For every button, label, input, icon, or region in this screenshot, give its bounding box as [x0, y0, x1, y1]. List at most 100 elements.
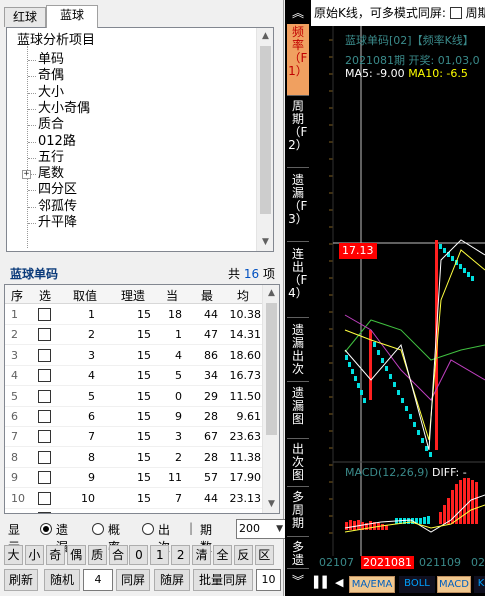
indicator-bar: ▌▌ ◀ MA/EMA BOLL MACD K	[311, 573, 485, 596]
boll-button[interactable]: BOLL	[399, 576, 435, 593]
header-max[interactable]: 最	[195, 287, 219, 304]
quick-button[interactable]: 小	[24, 545, 44, 565]
random-count-input[interactable]: 4	[83, 569, 113, 591]
quick-button[interactable]: 大	[4, 545, 23, 565]
candle-down	[467, 272, 470, 277]
expand-plus-icon[interactable]: +	[22, 170, 31, 180]
k-button[interactable]: K	[474, 576, 485, 593]
tree-item[interactable]: 012路	[28, 134, 76, 150]
period-select[interactable]: 200 ▼	[236, 519, 286, 539]
tree-item[interactable]: 尾数	[27, 166, 64, 182]
tree-item[interactable]: 邻孤传	[27, 199, 77, 215]
table-row[interactable]: 2 2 15 1 47 14.31	[5, 325, 263, 346]
vtab-6[interactable]: 出次图	[287, 441, 309, 487]
batch-same-screen-button[interactable]: 批量同屏	[193, 569, 253, 591]
table-row[interactable]: 9 9 15 11 57 17.90	[5, 468, 263, 489]
tree-item[interactable]: 大小	[27, 85, 64, 101]
vtab-3[interactable]: 连出（F4）	[287, 246, 309, 318]
row-checkbox[interactable]	[38, 389, 51, 403]
tree-item[interactable]: 奇偶	[27, 68, 64, 84]
header-theory-miss[interactable]: 理遗	[115, 287, 151, 304]
vtab-7[interactable]: 多周期	[287, 489, 309, 537]
quick-button[interactable]: 全	[213, 545, 232, 565]
header-index[interactable]: 序	[9, 287, 25, 304]
table-row[interactable]: 7 7 15 3 67 23.63	[5, 427, 263, 448]
vtab-2[interactable]: 遗漏（F3）	[287, 172, 309, 242]
follow-screen-button[interactable]: 随屏	[154, 569, 190, 591]
chevron-up-icon[interactable]: ︽	[285, 4, 311, 21]
quick-button[interactable]: 偶	[66, 545, 86, 565]
radio-occurrence[interactable]	[142, 523, 154, 535]
row-checkbox[interactable]	[38, 471, 51, 485]
scroll-down-icon[interactable]: ▼	[257, 234, 273, 251]
tree-root[interactable]: 蓝球分析项目	[17, 33, 95, 49]
row-checkbox[interactable]	[38, 328, 51, 342]
chevron-down-double-icon[interactable]: ︾	[285, 572, 311, 589]
random-button[interactable]: 随机	[44, 569, 80, 591]
row-checkbox[interactable]	[38, 348, 51, 362]
table-row[interactable]: 11 11 15 555319.71	[5, 509, 263, 513]
quick-button[interactable]: 区	[254, 545, 274, 565]
radio-missing[interactable]	[40, 523, 52, 535]
table-row[interactable]: 3 3 15 4 86 18.60	[5, 346, 263, 366]
quick-button[interactable]: 1	[150, 545, 170, 565]
tab-red-ball[interactable]: 红球	[4, 7, 46, 27]
header-select[interactable]: 选	[35, 287, 55, 304]
table-row[interactable]: 5 5 15 0 29 11.50	[5, 387, 263, 407]
row-checkbox[interactable]	[38, 491, 51, 505]
table-row[interactable]: 4 4 15 5 34 16.73	[5, 366, 263, 387]
bars-icon[interactable]: ▌▌	[314, 576, 331, 589]
quick-button[interactable]: 奇	[45, 545, 65, 565]
quick-button[interactable]: 质	[87, 545, 107, 565]
scroll-thumb[interactable]	[260, 46, 271, 214]
radio-probability[interactable]	[92, 523, 104, 535]
tree-item[interactable]: 大小奇偶	[27, 101, 90, 117]
header-value[interactable]: 取值	[67, 287, 103, 304]
header-avg[interactable]: 均	[231, 287, 255, 304]
table-row[interactable]: 6 6 15 9 28 9.61	[5, 407, 263, 427]
vtab-4[interactable]: 遗漏出次	[287, 322, 309, 382]
quick-button[interactable]: 2	[171, 545, 191, 565]
row-checkbox[interactable]	[38, 430, 51, 444]
table-scroll-thumb[interactable]	[266, 303, 277, 435]
vtab-1[interactable]: 周期（F2）	[287, 98, 309, 168]
tree-item[interactable]: 单码	[27, 52, 64, 68]
table-scroll-down-icon[interactable]: ▼	[263, 496, 279, 513]
arrow-left-icon[interactable]: ◀	[335, 576, 343, 589]
table-row[interactable]: 1 1 15 18 44 10.38	[5, 305, 263, 325]
row-checkbox[interactable]	[38, 450, 51, 464]
batch-count-input[interactable]: 10	[256, 569, 281, 591]
ma-ema-button[interactable]: MA/EMA	[349, 576, 395, 593]
macd-button[interactable]: MACD	[437, 576, 471, 593]
row-checkbox[interactable]	[38, 410, 51, 423]
quick-button[interactable]: 反	[233, 545, 253, 565]
row-checkbox[interactable]	[38, 512, 51, 513]
table-row[interactable]: 8 8 15 2 28 11.38	[5, 448, 263, 468]
tree-item[interactable]: 四分区	[27, 182, 77, 198]
quick-button[interactable]: 0	[129, 545, 149, 565]
quick-button[interactable]: 合	[108, 545, 128, 565]
table-row[interactable]: 10 10 15 7 44 23.13	[5, 489, 263, 509]
vtab-0[interactable]: 频率（F1）	[287, 24, 309, 96]
vtab-5[interactable]: 遗漏图	[287, 385, 309, 439]
same-screen-button[interactable]: 同屏	[116, 569, 150, 591]
tree-scrollbar[interactable]: ▲ ▼	[256, 28, 273, 251]
period-option-label[interactable]: 周期	[466, 6, 485, 20]
multi-mode-checkbox[interactable]	[449, 7, 462, 19]
scroll-up-icon[interactable]: ▲	[257, 28, 273, 45]
row-checkbox[interactable]	[38, 369, 51, 383]
refresh-button[interactable]: 刷新	[4, 569, 38, 591]
table-scrollbar[interactable]: ▲ ▼	[262, 285, 279, 513]
tab-blue-ball[interactable]: 蓝球	[46, 5, 98, 28]
macd-bar-up	[357, 520, 360, 530]
table-scroll-up-icon[interactable]: ▲	[263, 285, 279, 302]
vtab-8[interactable]: 多遗	[287, 539, 309, 569]
quick-button[interactable]: 清	[192, 545, 212, 565]
tree-item[interactable]: 五行	[27, 150, 64, 166]
header-current[interactable]: 当	[160, 287, 184, 304]
tree-item[interactable]: 升平降	[27, 215, 77, 231]
kline-chart[interactable]: 原始K线，可多模式同屏: 周期 蓝球单码[02]【频率K线】 2021081期 …	[311, 0, 485, 596]
macd-params: MACD(12,26,9)	[345, 466, 429, 479]
tree-item[interactable]: 质合	[27, 117, 64, 133]
row-checkbox[interactable]	[38, 308, 51, 321]
